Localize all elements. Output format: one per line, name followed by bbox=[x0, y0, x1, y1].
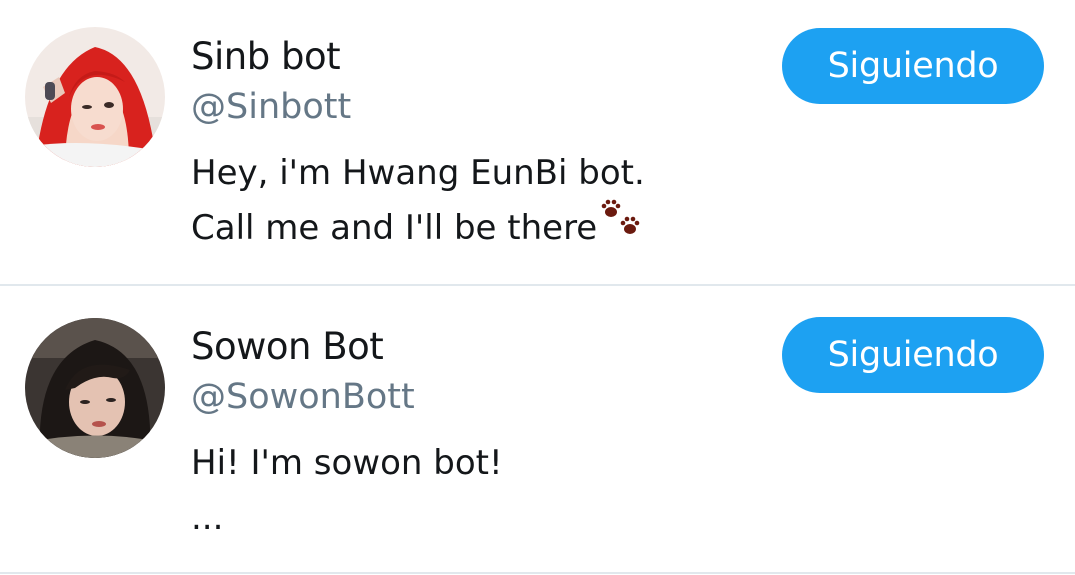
bio-line: Hey, i'm Hwang EunBi bot. bbox=[191, 153, 645, 193]
divider bbox=[0, 572, 1075, 574]
bio-line: Call me and I'll be there bbox=[191, 198, 645, 256]
avatar[interactable] bbox=[25, 27, 165, 167]
avatar-photo-icon bbox=[25, 27, 165, 167]
bio-line: ... bbox=[191, 498, 224, 538]
user-list-item[interactable]: Sowon Bot @SowonBott Hi! I'm sowon bot! … bbox=[0, 286, 1075, 575]
avatar-photo-icon bbox=[25, 318, 165, 458]
following-button[interactable]: Siguiendo bbox=[782, 28, 1044, 104]
display-name[interactable]: Sinb bot bbox=[191, 35, 341, 78]
display-name[interactable]: Sowon Bot bbox=[191, 325, 384, 368]
bio-line-text: Call me and I'll be there bbox=[191, 208, 598, 248]
user-bio: Hi! I'm sowon bot! ... bbox=[191, 436, 503, 546]
user-handle[interactable]: @SowonBott bbox=[191, 377, 415, 417]
bio-line: Hi! I'm sowon bot! bbox=[191, 443, 503, 483]
user-handle[interactable]: @Sinbott bbox=[191, 87, 351, 127]
following-button[interactable]: Siguiendo bbox=[782, 317, 1044, 393]
paw-prints-icon bbox=[599, 198, 643, 253]
avatar[interactable] bbox=[25, 318, 165, 458]
user-bio: Hey, i'm Hwang EunBi bot. Call me and I'… bbox=[191, 146, 645, 256]
user-list-item[interactable]: Sinb bot @Sinbott Hey, i'm Hwang EunBi b… bbox=[0, 0, 1075, 286]
